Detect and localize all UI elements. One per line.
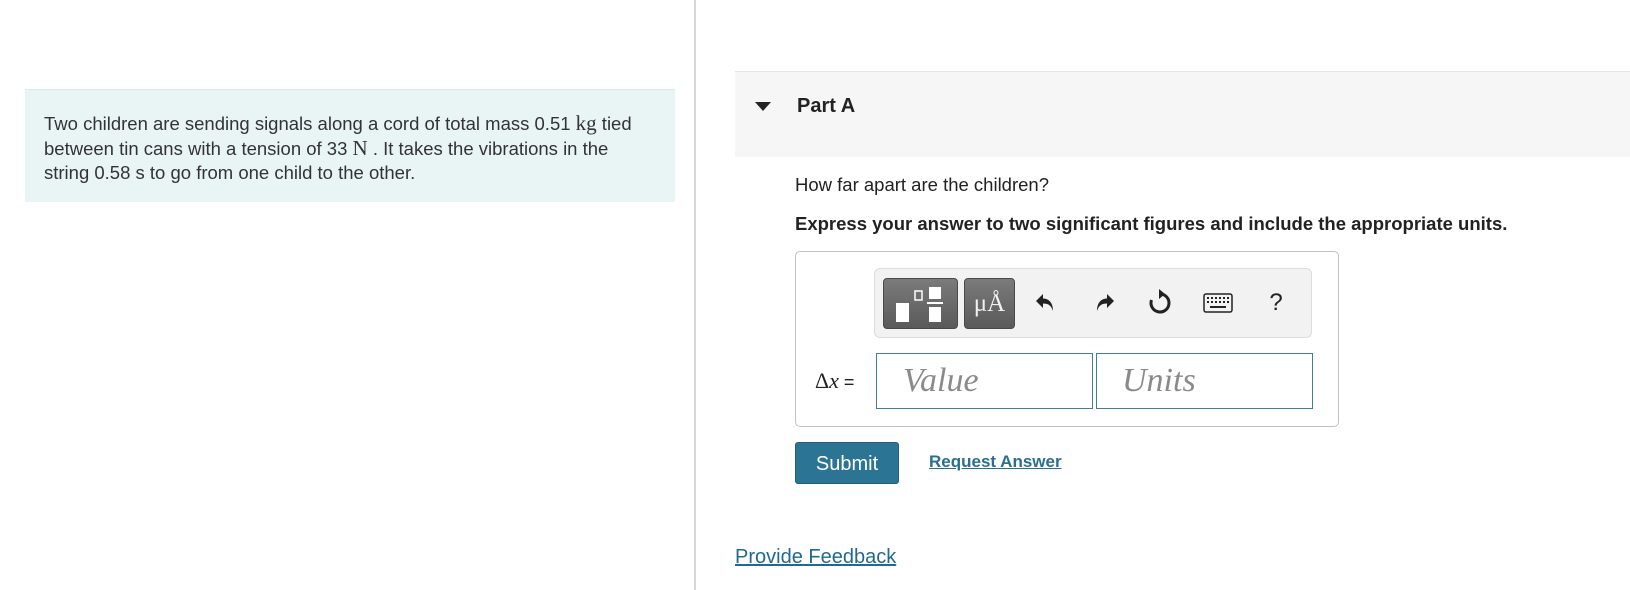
problem-statement: Two children are sending signals along a…: [25, 89, 675, 202]
reset-icon[interactable]: [1143, 286, 1177, 320]
templates-button[interactable]: [883, 278, 958, 329]
provide-feedback-link[interactable]: Provide Feedback: [735, 546, 896, 569]
templates-icon: [896, 287, 943, 322]
page: Two children are sending signals along a…: [0, 0, 1630, 590]
pane-divider[interactable]: [694, 0, 696, 590]
value-input[interactable]: Value: [876, 353, 1093, 409]
part-title: Part A: [797, 95, 856, 117]
redo-icon[interactable]: [1087, 286, 1121, 320]
mass-unit: kg: [575, 111, 597, 135]
undo-icon[interactable]: [1029, 286, 1063, 320]
part-header[interactable]: Part A: [735, 71, 1630, 157]
keyboard-icon[interactable]: [1201, 286, 1235, 320]
help-icon[interactable]: ?: [1259, 286, 1293, 320]
units-input[interactable]: Units: [1096, 353, 1313, 409]
equals-sign: =: [838, 372, 855, 392]
variable-x: x: [829, 368, 839, 393]
instruction-text: Express your answer to two significant f…: [795, 213, 1508, 234]
math-toolbar: μÅ ?: [874, 268, 1312, 338]
answer-panel: μÅ ? Δx = Value Units: [795, 251, 1339, 427]
tension-unit: N: [352, 136, 368, 160]
units-button[interactable]: μÅ: [964, 278, 1015, 329]
question-text: How far apart are the children?: [795, 174, 1049, 195]
collapse-caret-icon[interactable]: [755, 102, 771, 111]
variable-delta: Δ: [815, 368, 830, 393]
request-answer-link[interactable]: Request Answer: [929, 452, 1062, 472]
variable-label: Δx =: [815, 368, 854, 394]
problem-text-1: Two children are sending signals along a…: [44, 113, 576, 134]
submit-button[interactable]: Submit: [795, 442, 899, 484]
